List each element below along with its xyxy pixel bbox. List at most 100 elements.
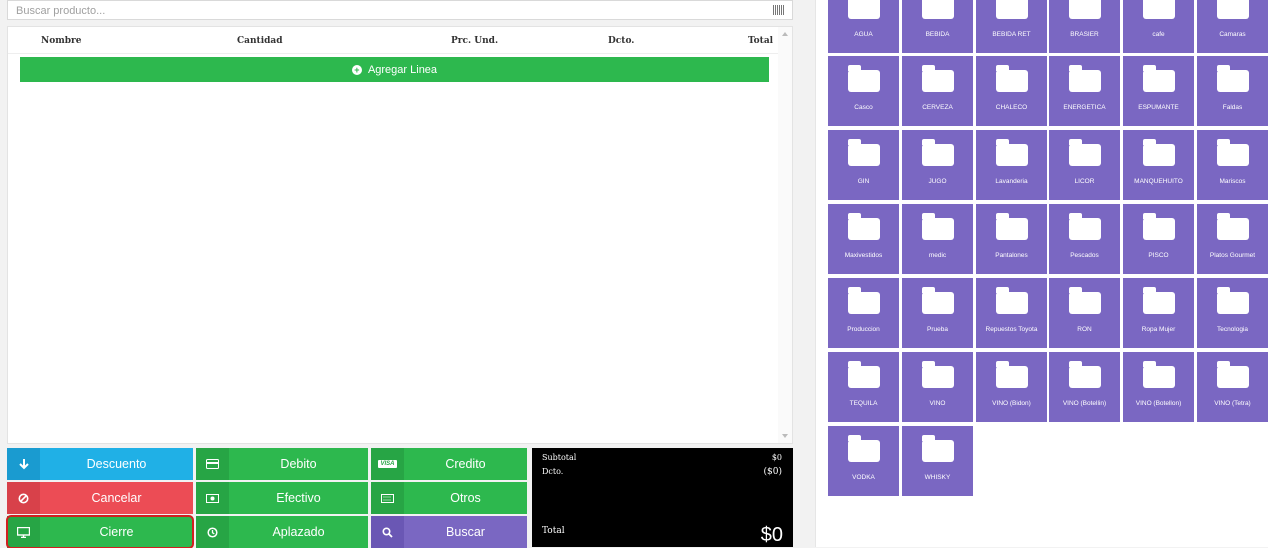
category-tile[interactable]: VINO (Tetra) — [1197, 352, 1268, 422]
category-tile[interactable]: Prueba — [902, 278, 973, 348]
cierre-label: Cierre — [99, 525, 134, 539]
category-label: Prueba — [927, 326, 948, 333]
category-label: RON — [1077, 326, 1092, 333]
plus-circle-icon: + — [351, 64, 362, 75]
category-label: Maxivestidos — [844, 252, 883, 259]
category-tile[interactable]: Faldas — [1197, 56, 1268, 126]
otros-button[interactable]: Otros — [371, 482, 527, 514]
debito-button[interactable]: Debito — [196, 448, 368, 480]
category-tile[interactable]: Mariscos — [1197, 130, 1268, 200]
category-tile[interactable]: MANQUEHUITO — [1123, 130, 1194, 200]
category-label: cafe — [1152, 31, 1165, 38]
category-tile[interactable]: JUGO — [902, 130, 973, 200]
category-tile[interactable]: Casco — [828, 56, 899, 126]
category-tile[interactable]: BRASIER — [1049, 0, 1120, 53]
category-tile[interactable]: CHALECO — [976, 56, 1047, 126]
folder-icon — [996, 361, 1028, 388]
otros-label: Otros — [450, 491, 481, 505]
total-value: $0 — [760, 524, 783, 546]
category-grid: AGUA BEBIDA BEBIDA RET BRASIER cafe Camaras Ca… — [816, 0, 1268, 547]
dcto-value: ($0) — [763, 467, 782, 477]
folder-icon — [996, 65, 1028, 92]
category-label: GIN — [857, 178, 870, 185]
aplazado-button[interactable]: Aplazado — [196, 516, 368, 548]
folder-icon — [922, 0, 954, 19]
folder-icon — [848, 213, 880, 240]
folder-icon — [848, 361, 880, 388]
keyboard-icon — [371, 482, 404, 514]
category-tile[interactable]: ENERGETICA — [1049, 56, 1120, 126]
barcode-icon[interactable] — [773, 5, 784, 15]
add-line-button[interactable]: + Agregar Linea — [20, 57, 769, 82]
category-tile[interactable]: PISCO — [1123, 204, 1194, 274]
category-tile[interactable]: medic — [902, 204, 973, 274]
category-label: CERVEZA — [922, 104, 953, 111]
add-line-label: Agregar Linea — [367, 63, 438, 76]
category-tile[interactable]: Platos Gourmet — [1197, 204, 1268, 274]
category-label: Ropa Mujer — [1141, 326, 1176, 333]
descuento-button[interactable]: Descuento — [7, 448, 193, 480]
folder-icon — [1143, 0, 1175, 19]
category-label: JUGO — [928, 178, 947, 185]
category-tile[interactable]: Repuestos Toyota — [976, 278, 1047, 348]
category-tile[interactable]: BEBIDA — [902, 0, 973, 53]
category-label: Platos Gourmet — [1209, 252, 1256, 259]
category-tile[interactable]: Pescados — [1049, 204, 1120, 274]
category-tile[interactable]: Tecnologia — [1197, 278, 1268, 348]
category-label: VINO (Tetra) — [1214, 400, 1251, 407]
category-label: PISCO — [1148, 252, 1169, 259]
category-tile[interactable]: AGUA — [828, 0, 899, 53]
category-tile[interactable]: cafe — [1123, 0, 1194, 53]
scroll-up-icon[interactable] — [782, 32, 788, 36]
folder-icon — [1069, 361, 1101, 388]
buscar-button[interactable]: Buscar — [371, 516, 527, 548]
search-input[interactable] — [8, 2, 764, 20]
folder-icon — [848, 0, 880, 19]
cancelar-button[interactable]: Cancelar — [7, 482, 193, 514]
category-label: Tecnologia — [1216, 326, 1249, 333]
category-label: WHISKY — [924, 474, 951, 481]
category-tile[interactable]: WHISKY — [902, 426, 973, 496]
efectivo-button[interactable]: Efectivo — [196, 482, 368, 514]
cierre-button[interactable]: Cierre — [6, 515, 194, 548]
category-label: Casco — [854, 104, 873, 111]
category-tile[interactable]: TEQUILA — [828, 352, 899, 422]
folder-icon — [1217, 139, 1249, 166]
category-tile[interactable]: ESPUMANTE — [1123, 56, 1194, 126]
category-tile[interactable]: Maxivestidos — [828, 204, 899, 274]
folder-icon — [1143, 139, 1175, 166]
category-tile[interactable]: VINO (Bidon) — [976, 352, 1047, 422]
folder-icon — [848, 435, 880, 462]
category-tile[interactable]: VINO (Botellon) — [1123, 352, 1194, 422]
desktop-icon — [7, 516, 40, 548]
category-tile[interactable]: RON — [1049, 278, 1120, 348]
category-tile[interactable]: VINO (Botellin) — [1049, 352, 1120, 422]
category-tile[interactable]: GIN — [828, 130, 899, 200]
visa-card-icon: VISA — [371, 448, 404, 480]
category-tile[interactable]: Camaras — [1197, 0, 1268, 53]
category-label: BRASIER — [1070, 31, 1099, 38]
category-tile[interactable]: BEBIDA RET — [976, 0, 1047, 53]
category-tile[interactable]: CERVEZA — [902, 56, 973, 126]
order-lines-table: Nombre Cantidad Prc. Und. Dcto. Total + … — [7, 26, 793, 444]
folder-icon — [848, 287, 880, 314]
folder-icon — [922, 435, 954, 462]
category-tile[interactable]: Ropa Mujer — [1123, 278, 1194, 348]
category-tile[interactable]: LICOR — [1049, 130, 1120, 200]
category-label: BEBIDA RET — [992, 31, 1031, 38]
folder-icon — [848, 65, 880, 92]
category-label: BEBIDA — [925, 31, 950, 38]
folder-icon — [1217, 0, 1249, 19]
credito-button[interactable]: VISA Credito — [371, 448, 527, 480]
clock-icon — [196, 516, 229, 548]
scroll-down-icon[interactable] — [782, 434, 788, 438]
folder-icon — [1069, 213, 1101, 240]
category-label: AGUA — [854, 31, 873, 38]
category-tile[interactable]: VINO — [902, 352, 973, 422]
category-tile[interactable]: Lavanderia — [976, 130, 1047, 200]
scrollbar[interactable] — [778, 27, 792, 443]
table-header: Nombre Cantidad Prc. Und. Dcto. Total — [8, 27, 778, 54]
category-tile[interactable]: Pantalones — [976, 204, 1047, 274]
category-tile[interactable]: VODKA — [828, 426, 899, 496]
category-tile[interactable]: Produccion — [828, 278, 899, 348]
